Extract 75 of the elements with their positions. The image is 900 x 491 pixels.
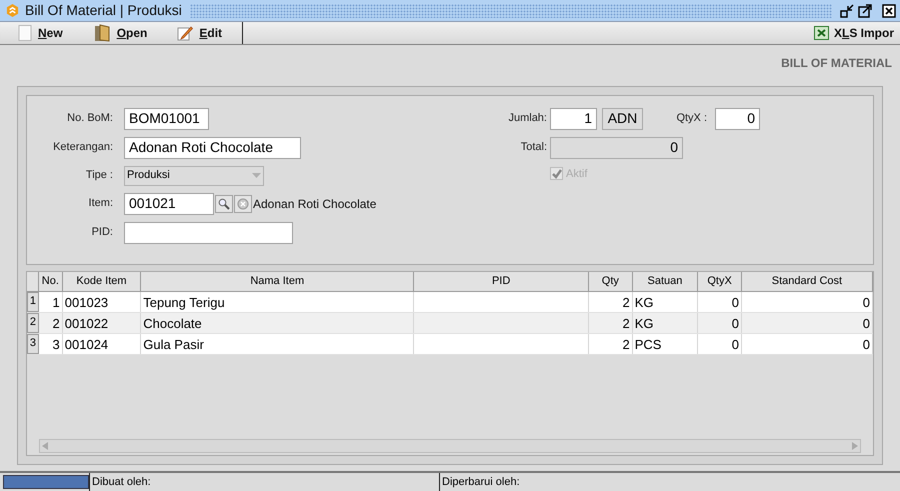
table-cell: 3 xyxy=(38,334,63,354)
table-cell: 0 xyxy=(698,312,742,333)
total-field: 0 xyxy=(550,136,683,159)
table-cell: 0 xyxy=(698,292,742,312)
table-cell: 0 xyxy=(742,334,874,354)
qtyx-field[interactable]: 0 xyxy=(715,108,760,130)
updated-by-label: Diperbarui oleh: xyxy=(439,473,900,491)
search-icon xyxy=(218,198,230,210)
table-cell: PCS xyxy=(632,334,698,354)
column-header[interactable]: QtyX xyxy=(698,272,742,291)
table-cell: 1 xyxy=(38,292,63,312)
minimize-icon[interactable] xyxy=(840,4,854,18)
clear-icon xyxy=(237,198,249,210)
row-header[interactable]: 3 xyxy=(27,334,39,354)
created-by-label: Dibuat oleh: xyxy=(89,473,439,491)
column-header[interactable]: PID xyxy=(414,272,589,291)
row-header[interactable]: 1 xyxy=(27,292,39,312)
field-label: Keterangan: xyxy=(52,140,113,156)
spreadsheet-icon xyxy=(814,26,829,40)
field-label: PID: xyxy=(90,225,113,240)
table-cell: 0 xyxy=(742,292,874,312)
unit-label: ADN xyxy=(602,108,643,130)
table-cell: 001024 xyxy=(62,334,142,354)
table-cell: Chocolate xyxy=(141,312,414,333)
checkmark-icon xyxy=(552,168,562,179)
window-title: Bill Of Material | Produksi xyxy=(25,1,182,20)
table-cell: 2 xyxy=(38,312,63,333)
field-label: Total: xyxy=(520,140,547,156)
table-cell: 0 xyxy=(698,334,742,354)
table-cell: 2 xyxy=(588,334,633,354)
table-cell: KG xyxy=(632,312,698,333)
horizontal-scrollbar[interactable] xyxy=(39,438,861,453)
scroll-left-icon[interactable] xyxy=(42,442,48,450)
close-icon[interactable] xyxy=(882,4,896,18)
quantity-field[interactable]: 1 xyxy=(550,108,597,130)
field-label: Tipe : xyxy=(84,168,113,184)
dropdown-arrow-icon xyxy=(252,173,261,178)
pid-field[interactable] xyxy=(124,222,293,244)
pencil-edit-icon xyxy=(177,24,194,41)
description-field[interactable]: Adonan Roti Chocolate xyxy=(124,136,301,159)
toolbar-button[interactable]: New xyxy=(18,24,63,42)
column-header[interactable]: No. xyxy=(38,272,63,291)
xls-import-button[interactable]: XLS Impor xyxy=(814,24,894,42)
table-cell: Tepung Terigu xyxy=(141,292,414,312)
scroll-right-icon[interactable] xyxy=(852,442,858,450)
field-label: QtyX : xyxy=(675,111,707,126)
table-cell: KG xyxy=(632,292,698,312)
column-header[interactable]: Satuan xyxy=(632,272,698,291)
field-label: Jumlah: xyxy=(507,111,547,126)
field-label: No. BoM: xyxy=(66,111,113,126)
item-name: Adonan Roti Chocolate xyxy=(253,196,376,213)
table-cell: 0 xyxy=(742,312,874,333)
type-dropdown[interactable]: Produksi xyxy=(124,166,264,186)
table-cell: 2 xyxy=(588,292,633,312)
table-cell: Gula Pasir xyxy=(141,334,414,354)
field-label: Item: xyxy=(88,196,113,212)
column-header[interactable]: Standard Cost xyxy=(742,272,873,291)
table-cell: 001022 xyxy=(62,312,142,333)
bom-number-field[interactable]: BOM01001 xyxy=(124,108,209,130)
app-logo-icon xyxy=(6,4,19,17)
table-cell: 2 xyxy=(588,312,633,333)
table-cell: 001023 xyxy=(62,292,142,312)
blank-page-icon xyxy=(18,24,32,41)
row-header[interactable]: 2 xyxy=(27,312,39,333)
clear-button[interactable] xyxy=(234,194,252,213)
item-code-field[interactable]: 001021 xyxy=(124,192,214,215)
toolbar-button[interactable]: Edit xyxy=(177,24,222,42)
door-icon xyxy=(92,24,111,42)
column-header[interactable]: Kode Item xyxy=(62,272,142,291)
column-header[interactable]: Qty xyxy=(589,272,633,291)
column-header[interactable]: Nama Item xyxy=(141,272,414,291)
maximize-icon[interactable] xyxy=(858,4,872,18)
section-heading: BILL OF MATERIAL xyxy=(781,54,892,72)
toolbar-button[interactable]: Open xyxy=(92,24,148,42)
search-button[interactable] xyxy=(215,194,233,213)
